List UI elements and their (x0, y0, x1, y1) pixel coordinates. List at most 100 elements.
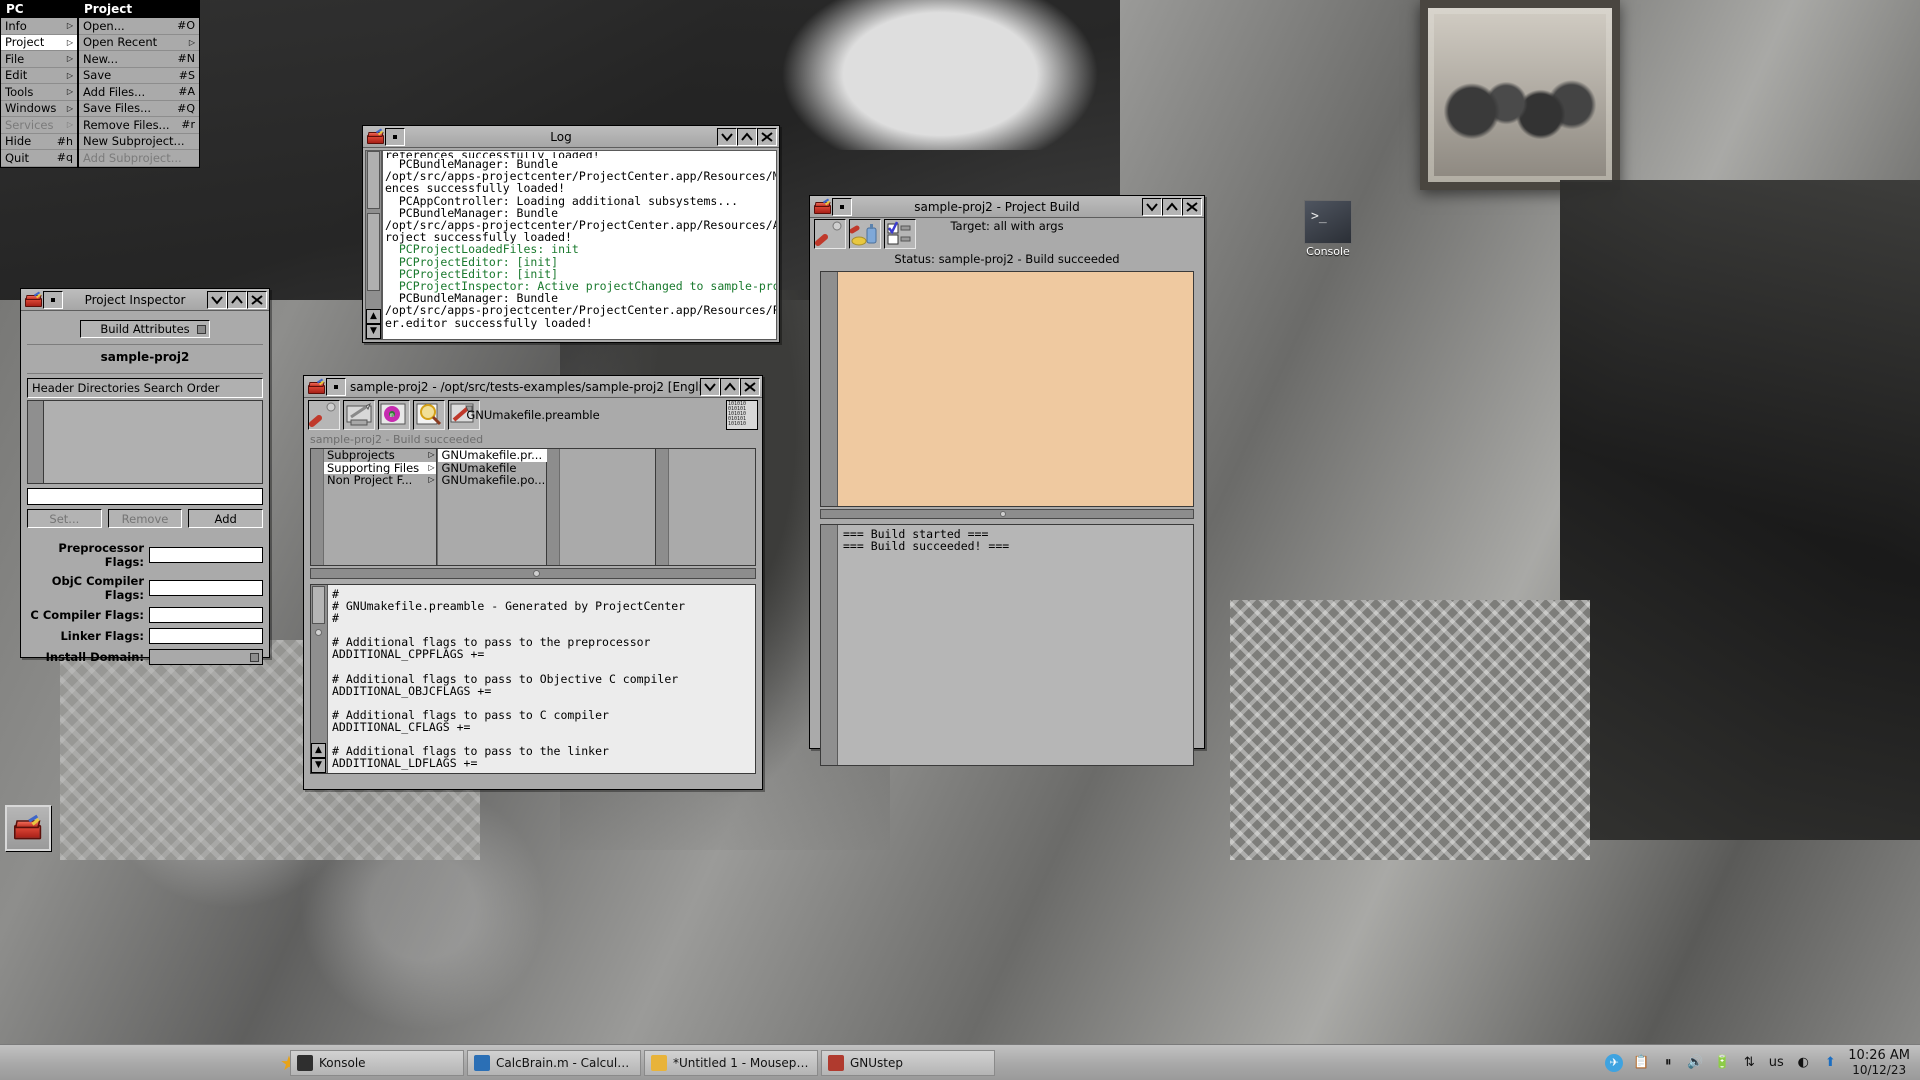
install-domain-popup[interactable] (149, 649, 263, 665)
flag-input[interactable] (149, 628, 263, 644)
editor-window-icon[interactable] (343, 400, 375, 430)
telegram-icon[interactable]: ✈ (1605, 1053, 1624, 1072)
scrollbar-knob-2[interactable] (367, 213, 380, 291)
build-log-scrollbar[interactable] (821, 525, 838, 765)
menu-item-save-files[interactable]: Save Files... #Q (79, 100, 199, 117)
menu-item-edit[interactable]: Edit ▷ (1, 67, 77, 84)
minimize-icon[interactable] (717, 127, 737, 146)
browser-column-3[interactable] (547, 449, 657, 565)
updates-icon[interactable]: ⬆ (1821, 1054, 1839, 1072)
browser-item[interactable]: GNUmakefile.po... (438, 474, 547, 487)
scrollbar-knob[interactable] (312, 586, 325, 624)
browser-item[interactable]: Subprojects ▷ (324, 449, 436, 462)
log-text-view[interactable]: references successfully loaded! PCBundle… (382, 150, 777, 340)
pause-icon[interactable]: ⏸ (1659, 1054, 1677, 1072)
miniaturize-button[interactable] (43, 290, 63, 309)
desktop-icon-console[interactable]: Console (1298, 200, 1358, 258)
screwdriver-icon[interactable] (308, 400, 340, 430)
build-output-scrollbar[interactable] (821, 272, 838, 506)
log-window[interactable]: Log ▲ ▼ refer (362, 125, 780, 343)
project-editor-window[interactable]: sample-proj2 - /opt/src/tests-examples/s… (303, 375, 763, 790)
flag-input[interactable] (149, 547, 263, 563)
grid-table-icon[interactable]: 101010 010101 101010 010101 101010 (726, 400, 758, 430)
scroll-down-icon[interactable]: ▼ (366, 324, 381, 339)
browser-column-4[interactable] (656, 449, 755, 565)
code-text-view[interactable]: # # GNUmakefile.preamble - Generated by … (328, 585, 755, 773)
build-log-pane[interactable]: === Build started === === Build succeede… (820, 524, 1194, 766)
menu-item-add-files[interactable]: Add Files... #A (79, 84, 199, 101)
battery-icon[interactable]: 🔋 (1713, 1054, 1731, 1072)
menu-item-open[interactable]: Open... #O (79, 18, 199, 35)
browser-column-1[interactable]: Subprojects ▷ Supporting Files ▷ Non Project… (311, 449, 438, 565)
project-inspector-window[interactable]: Project Inspector Build Attributes sampl… (20, 288, 270, 665)
header-search-order-list[interactable] (27, 400, 263, 484)
code-scrollbar[interactable]: ▲ ▼ (311, 585, 328, 773)
column-scrollbar[interactable] (547, 449, 561, 565)
add-button[interactable]: Add (188, 509, 264, 528)
menu-item-hide[interactable]: Hide #h (1, 133, 77, 150)
scroll-arrows[interactable]: ▲ ▼ (366, 309, 381, 339)
close-icon[interactable] (757, 127, 777, 146)
browser-item[interactable]: GNUmakefile.pr... (438, 449, 548, 462)
remove-button[interactable]: Remove (107, 509, 183, 528)
log-titlebar[interactable]: Log (363, 126, 779, 148)
scroll-up-icon[interactable]: ▲ (311, 743, 326, 758)
wifi-icon[interactable]: ◐ (1794, 1054, 1812, 1072)
minimize-icon[interactable] (207, 290, 227, 309)
volume-icon[interactable]: 🔊 (1686, 1054, 1704, 1072)
menu-item-open-recent[interactable]: Open Recent ▷ (79, 34, 199, 51)
project-titlebar[interactable]: sample-proj2 - /opt/src/tests-examples/s… (304, 376, 762, 398)
scroll-arrows[interactable]: ▲ ▼ (311, 743, 326, 773)
menu-item-file[interactable]: File ▷ (1, 51, 77, 68)
project-build-window[interactable]: sample-proj2 - Project Build Target: all… (809, 195, 1205, 766)
keyboard-layout-indicator[interactable]: us (1767, 1054, 1785, 1072)
menu-item-save[interactable]: Save #S (79, 67, 199, 84)
build-attributes-popup[interactable]: Build Attributes (80, 320, 210, 338)
build-titlebar[interactable]: sample-proj2 - Project Build (810, 196, 1204, 218)
menu-item-quit[interactable]: Quit #q (1, 150, 77, 167)
menu-item-new[interactable]: New... #N (79, 51, 199, 68)
column-scrollbar[interactable] (656, 449, 670, 565)
menu-item-windows[interactable]: Windows ▷ (1, 100, 77, 117)
menu-item-info[interactable]: Info ▷ (1, 18, 77, 35)
close-icon[interactable] (1182, 197, 1202, 216)
miniaturize-button[interactable] (326, 377, 346, 396)
scrollbar-knob[interactable] (367, 151, 380, 209)
close-icon[interactable] (247, 290, 267, 309)
miniaturize-button[interactable] (832, 197, 852, 216)
scroll-up-icon[interactable]: ▲ (366, 309, 381, 324)
set-button[interactable]: Set... (27, 509, 102, 528)
menu-item-tools[interactable]: Tools ▷ (1, 84, 77, 101)
code-editor-area[interactable]: ▲ ▼ # # GNUmakefile.preamble - Generated… (310, 584, 756, 774)
taskbar-task[interactable]: Konsole (290, 1049, 464, 1076)
build-horizontal-scrollbar[interactable] (820, 509, 1194, 519)
browser-item[interactable]: Supporting Files ▷ (324, 461, 437, 474)
clipboard-icon[interactable]: 📋 (1632, 1054, 1650, 1072)
maximize-icon[interactable] (737, 127, 757, 146)
dock-icon-projectcenter[interactable] (5, 805, 51, 851)
magnifier-find-icon[interactable] (413, 400, 445, 430)
miniaturize-button[interactable] (385, 127, 405, 146)
maximize-icon[interactable] (227, 290, 247, 309)
menu-item-project[interactable]: Project ▷ (1, 34, 77, 51)
column-scrollbar[interactable] (311, 449, 324, 565)
taskbar-task[interactable]: GNUstep (821, 1049, 995, 1076)
log-scrollbar[interactable]: ▲ ▼ (365, 150, 382, 340)
flag-input[interactable] (149, 580, 263, 596)
taskbar-task[interactable]: *Untitled 1 - Mousepad (644, 1049, 818, 1076)
network-icon[interactable]: ⇅ (1740, 1054, 1758, 1072)
build-tools-icon[interactable] (448, 400, 480, 430)
flag-input[interactable] (149, 607, 263, 623)
browser-horizontal-scrollbar[interactable] (310, 568, 756, 579)
scroll-down-icon[interactable]: ▼ (311, 758, 326, 773)
browser-column-2[interactable]: GNUmakefile.pr... GNUmakefile GNUmakefile.… (437, 449, 548, 565)
taskbar-clock[interactable]: 10:26 AM 10/12/23 (1848, 1048, 1910, 1078)
browser-item[interactable]: Non Project F... ▷ (324, 474, 436, 487)
media-disc-icon[interactable]: m (378, 400, 410, 430)
maximize-icon[interactable] (720, 377, 740, 396)
menu-item-new-subproject[interactable]: New Subproject... (79, 133, 199, 150)
minimize-icon[interactable] (1142, 197, 1162, 216)
close-icon[interactable] (740, 377, 760, 396)
inspector-titlebar[interactable]: Project Inspector (21, 289, 269, 311)
build-output-pane[interactable] (820, 271, 1194, 507)
